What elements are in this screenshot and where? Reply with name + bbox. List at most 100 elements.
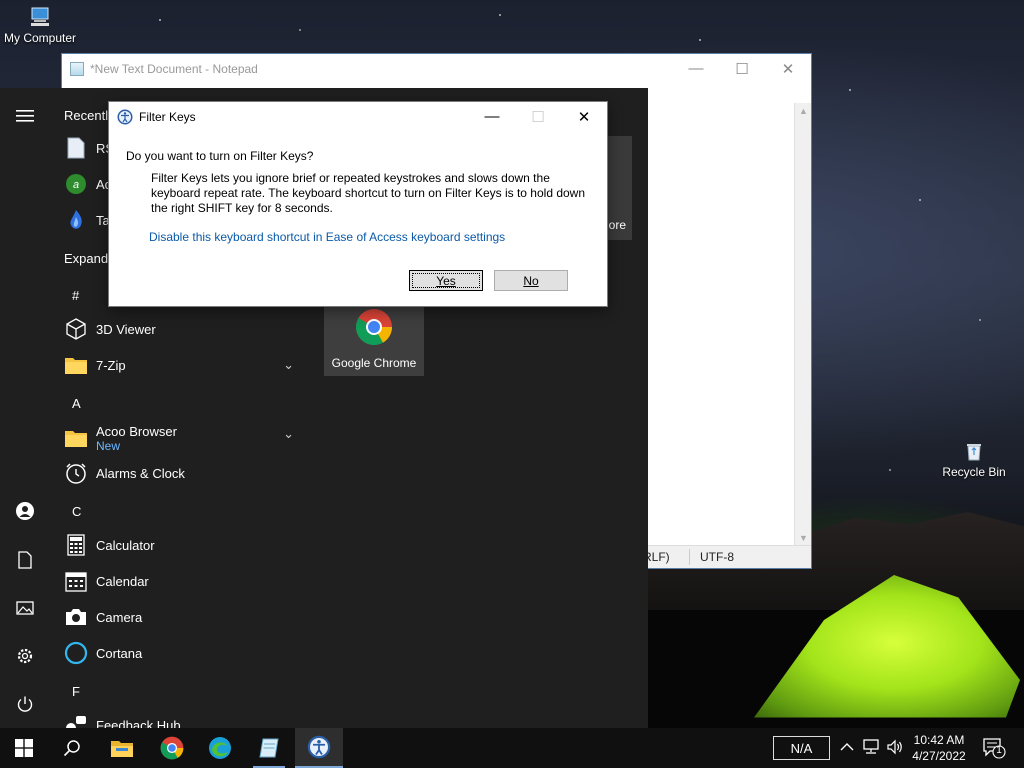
search-icon	[63, 740, 80, 757]
power-icon[interactable]	[14, 693, 36, 715]
start-button[interactable]	[0, 728, 48, 768]
recycle-bin-label: Recycle Bin	[942, 465, 1006, 479]
section-header-a[interactable]: A	[72, 396, 81, 411]
clock-date: 4/27/2022	[912, 749, 966, 763]
tile-google-chrome[interactable]: Google Chrome	[324, 306, 424, 376]
app-label: Feedback Hub	[96, 717, 181, 729]
notification-icon	[983, 738, 1006, 759]
dialog-titlebar[interactable]: Filter Keys — ☐ ✕	[109, 102, 607, 131]
dialog-description: Filter Keys lets you ignore brief or rep…	[151, 171, 586, 215]
app-label: Calculator	[96, 537, 155, 553]
app-label: 3D Viewer	[96, 321, 156, 337]
cube-icon	[64, 317, 88, 341]
hamburger-menu-icon[interactable]	[14, 105, 36, 127]
notepad-title: *New Text Document - Notepad	[90, 61, 258, 76]
app-label: Cortana	[96, 645, 143, 661]
action-center-button[interactable]: 1	[982, 737, 1006, 759]
pictures-icon[interactable]	[14, 597, 36, 619]
calculator-icon	[64, 533, 88, 557]
app-calendar[interactable]: Calendar	[64, 565, 304, 597]
taskbar-notepad[interactable]	[245, 728, 293, 768]
settings-gear-icon[interactable]	[14, 645, 36, 667]
chevron-down-icon[interactable]: ⌄	[283, 357, 294, 373]
yes-button-label: Yes	[436, 273, 456, 288]
camera-icon	[64, 605, 88, 629]
recycle-bin-icon	[967, 444, 981, 461]
app-feedback-hub[interactable]: Feedback Hub	[64, 709, 304, 728]
app-7-zip[interactable]: 7-Zip ⌄	[64, 349, 304, 381]
app-cortana[interactable]: Cortana	[64, 637, 304, 669]
section-header-c[interactable]: C	[72, 504, 81, 519]
desktop-icon-recycle-bin[interactable]: Recycle Bin	[938, 440, 1010, 479]
vertical-scrollbar[interactable]: ▲ ▼	[794, 103, 811, 546]
taskbar-file-explorer[interactable]	[98, 728, 146, 768]
tile-label: Google Chrome	[331, 356, 417, 370]
edge-icon	[209, 737, 231, 759]
taskbar: N/A 10:42 AM 4/27/2022 1	[0, 728, 1024, 768]
network-icon[interactable]	[862, 738, 880, 756]
chrome-icon	[160, 736, 184, 760]
desktop-icon-my-computer[interactable]: My Computer	[0, 6, 80, 45]
new-badge: New	[96, 438, 121, 453]
clock-time: 10:42 AM	[913, 733, 965, 747]
feedback-icon	[64, 713, 88, 728]
app-alarms-clock[interactable]: Alarms & Clock	[64, 457, 304, 489]
dialog-title: Filter Keys	[139, 109, 196, 124]
notification-count: 1	[996, 745, 1002, 756]
section-header-hash[interactable]: #	[72, 288, 79, 303]
svg-text:a: a	[73, 179, 79, 191]
folder-icon	[64, 426, 88, 450]
yes-button[interactable]: Yes	[409, 270, 483, 291]
no-button[interactable]: No	[494, 270, 568, 291]
ease-of-access-settings-link[interactable]: Disable this keyboard shortcut in Ease o…	[149, 230, 505, 244]
chevron-up-icon[interactable]	[838, 738, 856, 756]
scroll-down-icon[interactable]: ▼	[799, 533, 808, 543]
filter-keys-dialog[interactable]: Filter Keys — ☐ ✕ Do you want to turn on…	[108, 101, 608, 307]
status-encoding: UTF-8	[700, 550, 734, 564]
minimize-button[interactable]: —	[469, 102, 515, 131]
ease-of-access-icon	[117, 109, 133, 124]
acrobat-icon: a	[64, 172, 88, 196]
close-button[interactable]: ✕	[765, 54, 811, 83]
chevron-down-icon[interactable]: ⌄	[283, 426, 294, 442]
status-separator	[689, 549, 690, 565]
input-indicator[interactable]: N/A	[773, 736, 830, 760]
cortana-icon	[64, 641, 88, 665]
app-3d-viewer[interactable]: 3D Viewer	[64, 313, 304, 345]
app-label-group: Acoo Browser New	[96, 424, 177, 453]
minimize-button[interactable]: —	[673, 54, 719, 83]
taskbar-clock[interactable]: 10:42 AM 4/27/2022	[908, 732, 970, 764]
app-label: Camera	[96, 609, 143, 625]
user-account-icon[interactable]	[14, 500, 36, 522]
scroll-up-icon[interactable]: ▲	[799, 106, 808, 116]
maximize-button: ☐	[531, 108, 545, 126]
app-camera[interactable]: Camera	[64, 601, 304, 633]
computer-icon	[31, 7, 49, 26]
start-rail	[0, 88, 50, 728]
taskbar-chrome[interactable]	[148, 728, 196, 768]
alarm-clock-icon	[64, 461, 88, 485]
notepad-icon	[259, 738, 279, 758]
search-button[interactable]	[48, 728, 96, 768]
flame-icon	[64, 208, 88, 232]
app-label: Acoo Browser	[96, 423, 177, 439]
taskbar-filter-keys[interactable]	[295, 728, 343, 768]
file-explorer-icon	[111, 741, 133, 757]
taskbar-edge[interactable]	[196, 728, 244, 768]
notepad-titlebar[interactable]: *New Text Document - Notepad — ☐ ✕	[62, 54, 811, 83]
app-acoo-browser[interactable]: Acoo Browser New ⌄	[64, 418, 304, 458]
folder-icon	[64, 353, 88, 377]
calendar-icon	[64, 569, 88, 593]
expand-link[interactable]: Expand	[64, 251, 108, 266]
volume-icon[interactable]	[886, 738, 904, 756]
ease-of-access-icon	[307, 735, 331, 759]
section-header-f[interactable]: F	[72, 684, 80, 699]
tile-label: ore	[608, 218, 626, 232]
close-button[interactable]: ✕	[561, 102, 607, 131]
chrome-icon	[355, 309, 392, 346]
maximize-button[interactable]: ☐	[719, 54, 765, 83]
document-icon	[64, 136, 88, 160]
app-label: 7-Zip	[96, 357, 126, 373]
app-calculator[interactable]: Calculator	[64, 529, 304, 561]
documents-icon[interactable]	[14, 549, 36, 571]
